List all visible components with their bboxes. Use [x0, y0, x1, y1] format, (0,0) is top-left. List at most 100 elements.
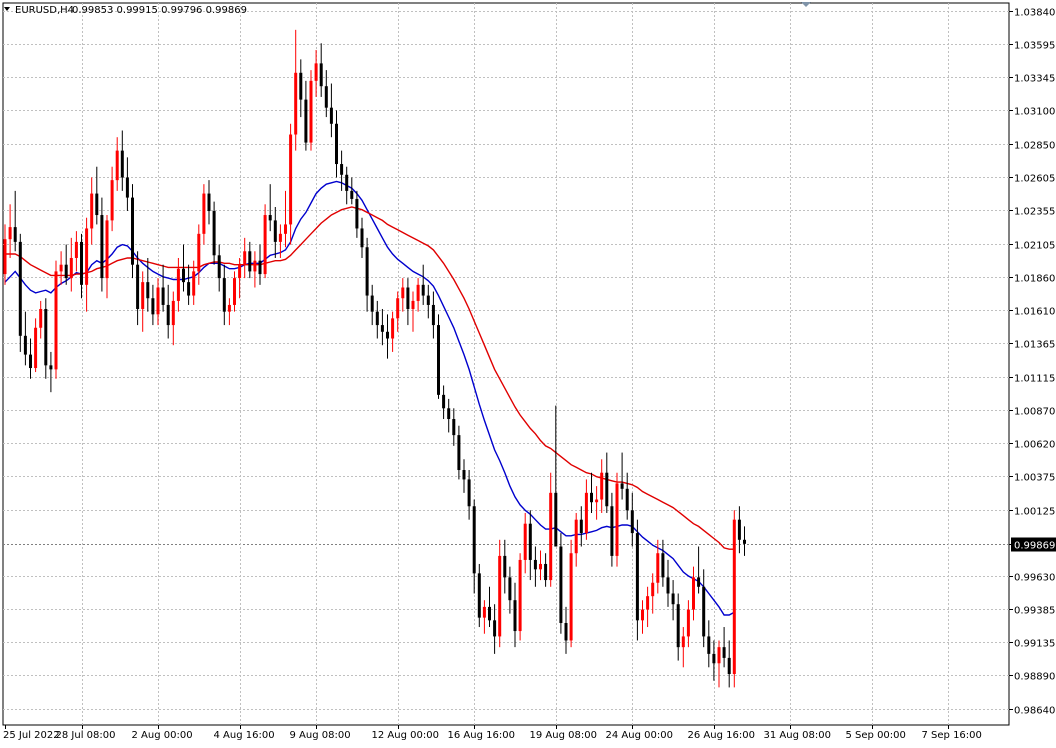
x-tick-label: 31 Aug 08:00 [764, 730, 831, 741]
candle [610, 492, 614, 567]
candle [564, 606, 568, 654]
candle-body [253, 260, 257, 272]
candle-body [284, 224, 287, 234]
candle-body [518, 559, 522, 632]
candle-body [44, 308, 48, 366]
candle [635, 519, 639, 641]
candle-body [712, 653, 716, 664]
candle [207, 180, 211, 225]
chart-window[interactable]: 1.03840 1.03595 1.03345 1.03100 1.02850 1.026… [0, 0, 1056, 744]
x-tick-label: 28 Jul 08:00 [56, 730, 116, 741]
candle [391, 311, 395, 352]
candle [23, 311, 27, 366]
candle [18, 233, 22, 352]
candle [319, 43, 323, 97]
symbol-timeframe-label: EURUSD,H4 [15, 5, 74, 16]
candle-body [523, 523, 527, 560]
candle [544, 553, 548, 587]
candle [365, 237, 369, 312]
candle-body [176, 268, 180, 301]
candle-body [421, 284, 425, 296]
candle [605, 452, 609, 513]
candle-body [666, 577, 670, 594]
y-tick-label: 1.01610 [1014, 307, 1055, 318]
candle-body [391, 318, 395, 339]
candle-body [227, 304, 231, 312]
candle-body [18, 241, 22, 336]
candle [523, 512, 527, 574]
axes: 1.03840 1.03595 1.03345 1.03100 1.02850 1.026… [3, 8, 1056, 741]
candle-body [549, 492, 553, 581]
candle [273, 206, 277, 258]
candle-body [192, 271, 196, 296]
candle [467, 470, 471, 520]
candle-body [151, 298, 155, 315]
candle-body [569, 553, 573, 641]
chart-frame [2, 2, 1010, 726]
candle [590, 472, 593, 513]
candle-body [182, 268, 185, 283]
candle-body [105, 220, 109, 279]
candle [370, 284, 374, 326]
candle [74, 231, 78, 272]
shift-marker-icon[interactable] [801, 2, 811, 7]
candle-body [610, 506, 614, 556]
candle-body [3, 239, 7, 275]
candle [630, 492, 634, 547]
candle-body [100, 215, 104, 279]
candle-body [141, 282, 145, 309]
candle [64, 244, 68, 285]
candle-body [345, 174, 349, 191]
x-tick-label: 12 Aug 00:00 [372, 730, 439, 741]
candle [151, 284, 155, 326]
candle [431, 291, 435, 339]
candle [85, 217, 89, 312]
candle [110, 166, 114, 232]
candle [90, 177, 94, 245]
moving-averages [4, 180, 735, 616]
candle [641, 600, 644, 634]
candle [676, 593, 680, 661]
candle [462, 459, 466, 493]
candle-body [212, 211, 216, 256]
candle [681, 627, 685, 668]
candle [34, 318, 38, 373]
x-tick-label: 7 Sep 16:00 [922, 730, 982, 741]
candle-body [156, 287, 160, 315]
candle [401, 278, 405, 312]
ma-slow-line [5, 206, 735, 550]
candle [482, 600, 486, 634]
candle [651, 573, 655, 614]
candle-body [136, 264, 140, 309]
y-tick-label: 1.00375 [1014, 473, 1055, 484]
symbol-dropdown-triangle-icon[interactable] [4, 7, 10, 11]
candle-body [314, 63, 318, 81]
candle-body [579, 519, 583, 534]
candle [156, 278, 160, 326]
candle [54, 260, 58, 379]
candle-body [437, 325, 440, 395]
candle-body [340, 164, 344, 175]
candle [222, 264, 226, 326]
ohlc-values: 0.99853 0.99915 0.99796 0.99869 [72, 5, 247, 16]
candle-body [457, 435, 461, 471]
candle-body [350, 190, 354, 199]
candle [396, 291, 400, 332]
candle [217, 244, 221, 292]
candle-body [115, 150, 119, 181]
candle [416, 278, 420, 312]
candle-body [707, 636, 711, 654]
candle [136, 251, 140, 326]
candle-body [125, 177, 129, 198]
candle-body [503, 555, 507, 578]
candle-body [268, 215, 272, 221]
price-chart[interactable]: 1.03840 1.03595 1.03345 1.03100 1.02850 1.026… [0, 0, 1056, 744]
candle [671, 580, 675, 621]
current-price-label: 0.99869 [1014, 541, 1055, 552]
candle [187, 264, 191, 305]
candles [3, 29, 746, 688]
candle [125, 157, 129, 212]
candle-body [49, 365, 53, 370]
y-tick-label: 1.03595 [1014, 41, 1055, 52]
candle-body [74, 241, 78, 258]
